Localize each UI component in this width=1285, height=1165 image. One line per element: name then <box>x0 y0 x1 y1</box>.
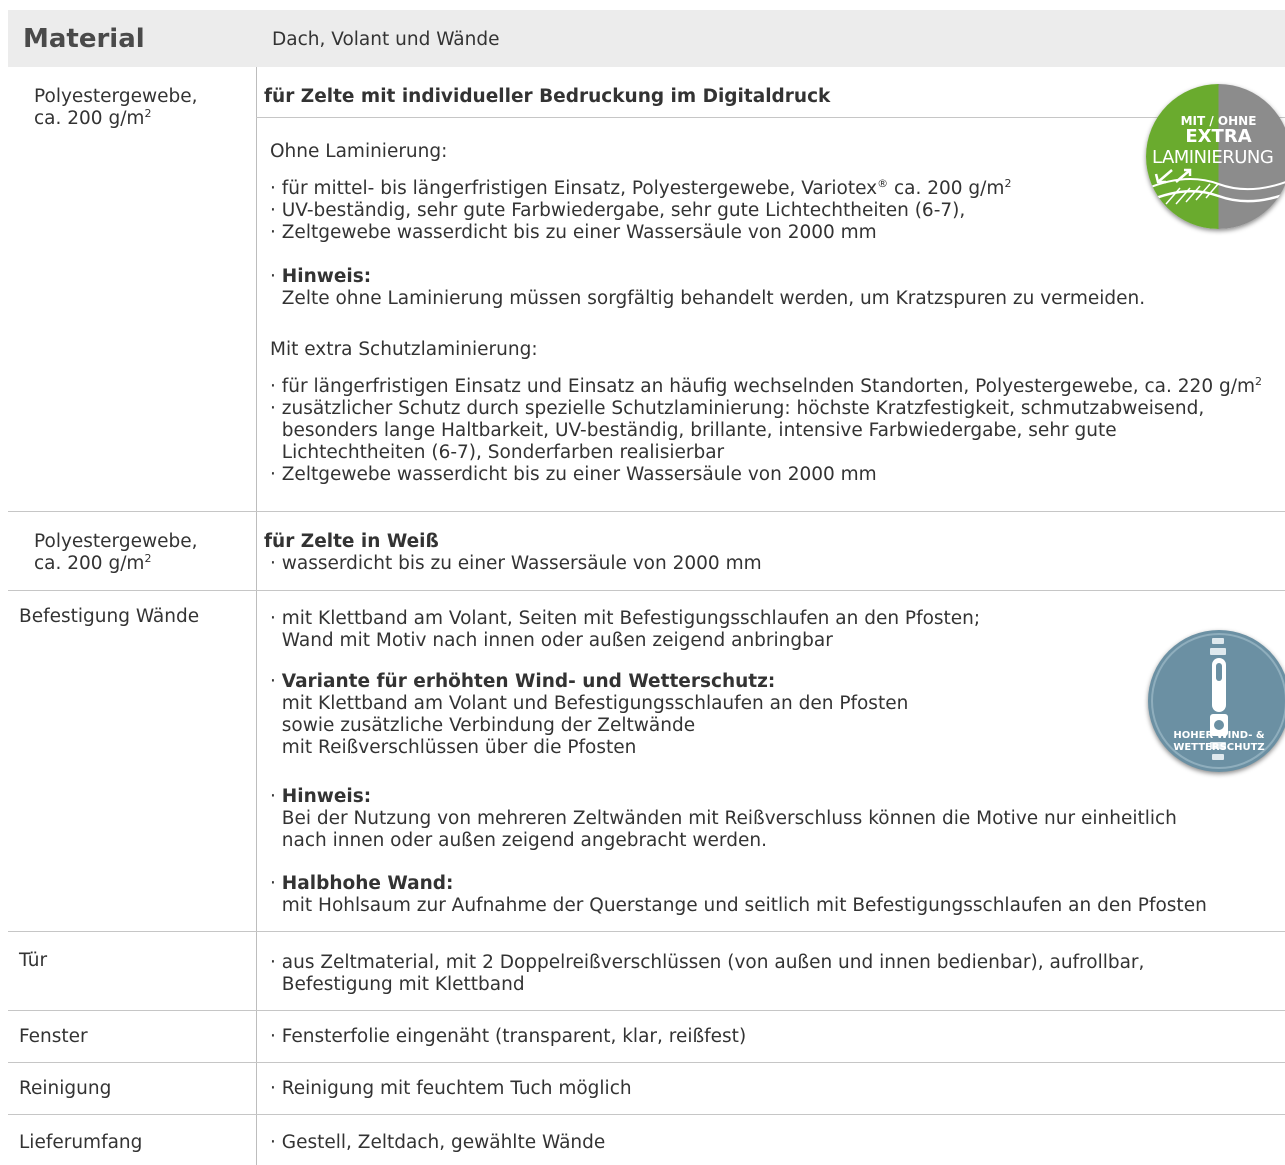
mit-bullet-3: · Zeltgewebe wasserdicht bis zu einer Wa… <box>270 464 877 485</box>
halbhohe-line-1: mit Hohlsaum zur Aufnahme der Querstange… <box>270 895 1207 916</box>
ohne-title: Ohne Laminierung: <box>270 141 448 162</box>
mit-bullet-1: · für längerfristigen Einsatz und Einsat… <box>270 375 1262 397</box>
lamination-badge-icon: MIT / OHNE EXTRA LAMINIERUNG <box>1146 84 1285 229</box>
ohne-bullet-1: · für mittel- bis längerfristigen Einsat… <box>270 177 1012 199</box>
reinigung-line-1: · Reinigung mit feuchtem Tuch möglich <box>270 1078 632 1099</box>
column-divider <box>256 67 257 1165</box>
tuer-line-1: · aus Zeltmaterial, mit 2 Doppelreißvers… <box>270 952 1145 973</box>
material-header: Material Dach, Volant und Wände <box>8 10 1285 67</box>
hinweis2-label: · Hinweis: <box>270 786 372 807</box>
wind-badge-line-1: HOHER WIND- & <box>1173 730 1265 741</box>
fenster-line-1: · Fensterfolie eingenäht (transparent, k… <box>270 1026 747 1047</box>
variante-line-2: sowie zusätzliche Verbindung der Zeltwän… <box>270 715 696 736</box>
row-divider <box>8 1114 1285 1115</box>
row-divider <box>8 511 1285 512</box>
row-label-befestigung: Befestigung Wände <box>19 606 200 627</box>
row1-heading: für Zelte mit individueller Bedruckung i… <box>264 86 831 107</box>
hinweis-text: Zelte ohne Laminierung müssen sorgfältig… <box>270 288 1146 309</box>
wind-protection-badge-icon: HOHER WIND- & WETTERSCHUTZ <box>1148 630 1285 772</box>
row-label-tuer: Tür <box>19 950 48 971</box>
mit-bullet-2c: Lichtechtheiten (6-7), Sonderfarben real… <box>270 442 725 463</box>
badge-line-3: LAMINIERUNG <box>1152 147 1274 168</box>
row-divider <box>8 1062 1285 1063</box>
header-title: Material <box>23 24 145 54</box>
row-label-polyester-printed: Polyestergewebe, ca. 200 g/m2 <box>34 86 198 129</box>
wind-badge-line-2: WETTERSCHUTZ <box>1173 742 1265 753</box>
befestigung-bullet-1a: · mit Klettband am Volant, Seiten mit Be… <box>270 608 981 629</box>
lieferumfang-line-1: · Gestell, Zeltdach, gewählte Wände <box>270 1132 606 1153</box>
ohne-bullet-3: · Zeltgewebe wasserdicht bis zu einer Wa… <box>270 222 877 243</box>
mit-bullet-2b: besonders lange Haltbarkeit, UV-beständi… <box>270 420 1117 441</box>
hinweis-label: · Hinweis: <box>270 266 372 287</box>
hinweis2-line-1: Bei der Nutzung von mehreren Zeltwänden … <box>270 808 1177 829</box>
row-label-reinigung: Reinigung <box>19 1078 112 1099</box>
hinweis2-line-2: nach innen oder außen zeigend angebracht… <box>270 830 767 851</box>
tuer-line-2: Befestigung mit Klettband <box>270 974 525 995</box>
befestigung-bullet-1b: Wand mit Motiv nach innen oder außen zei… <box>270 630 833 651</box>
variante-line-1: mit Klettband am Volant und Befestigungs… <box>270 693 909 714</box>
row-label-lieferumfang: Lieferumfang <box>19 1132 143 1153</box>
halbhohe-label: · Halbhohe Wand: <box>270 873 454 894</box>
row-divider <box>8 590 1285 591</box>
ohne-bullet-2: · UV-beständig, sehr gute Farbwiedergabe… <box>270 200 966 221</box>
row-label-polyester-white: Polyestergewebe, ca. 200 g/m2 <box>34 531 198 574</box>
mit-title: Mit extra Schutzlaminierung: <box>270 339 538 360</box>
row-divider <box>8 931 1285 932</box>
badge-line-2: EXTRA <box>1185 126 1252 147</box>
variante-line-3: mit Reißverschlüssen über die Pfosten <box>270 737 637 758</box>
row-divider <box>8 1010 1285 1011</box>
mit-bullet-2a: · zusätzlicher Schutz durch spezielle Sc… <box>270 398 1205 419</box>
variante-label: · Variante für erhöhten Wind- und Wetter… <box>270 671 776 692</box>
row1-subdivider <box>256 117 1285 118</box>
row2-bullet-1: · wasserdicht bis zu einer Wassersäule v… <box>270 553 762 574</box>
row2-heading: für Zelte in Weiß <box>264 531 439 552</box>
header-subtitle: Dach, Volant und Wände <box>272 29 500 50</box>
row-label-fenster: Fenster <box>19 1026 88 1047</box>
